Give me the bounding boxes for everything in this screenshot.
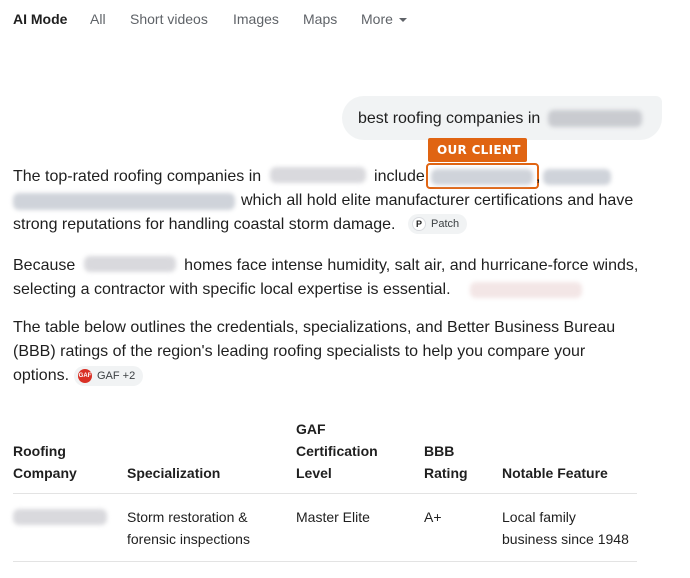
company-link-redacted[interactable] xyxy=(543,169,611,185)
column-header-company: Roofing Company xyxy=(13,440,77,484)
paragraph-text: include xyxy=(374,168,425,185)
header-line: Roofing xyxy=(13,443,66,459)
header-line: BBB xyxy=(424,443,455,459)
column-header-bbb-rating: BBB Rating xyxy=(424,440,468,484)
redacted-location xyxy=(83,256,176,272)
column-header-notable-feature: Notable Feature xyxy=(502,465,608,481)
answer-paragraph-1-line-2: which all hold elite manufacturer certif… xyxy=(241,192,634,209)
search-mode-nav: AI Mode All Short videos Images Maps Mor… xyxy=(0,0,690,40)
table-row-divider xyxy=(13,561,637,562)
cell-bbb-rating: A+ xyxy=(424,509,442,525)
header-line: Certification xyxy=(296,443,378,459)
user-query-bubble[interactable]: best roofing companies in xyxy=(342,96,662,140)
client-annotation-label: OUR CLIENT xyxy=(428,138,527,162)
paragraph-text: homes face intense humidity, salt air, a… xyxy=(184,257,639,274)
cell-line: business since 1948 xyxy=(502,531,629,547)
source-chip-patch[interactable]: P Patch xyxy=(408,214,468,234)
comma-text: , xyxy=(536,168,541,185)
header-line: Company xyxy=(13,465,77,481)
answer-paragraph-2-line-1: Because homes face intense humidity, sal… xyxy=(13,256,638,276)
cell-line: Local family xyxy=(502,509,576,525)
cell-gaf-level: Master Elite xyxy=(296,509,370,525)
header-line: Level xyxy=(296,465,332,481)
cell-notable-feature: Local family business since 1948 xyxy=(502,506,629,550)
tab-images[interactable]: Images xyxy=(233,11,279,27)
cell-line: Storm restoration & xyxy=(127,509,248,525)
tab-maps[interactable]: Maps xyxy=(303,11,337,27)
more-label: More xyxy=(361,11,393,27)
redacted-location xyxy=(269,167,366,183)
redacted-location xyxy=(548,110,642,127)
company-name-redacted[interactable] xyxy=(13,509,107,525)
tab-all[interactable]: All xyxy=(90,11,106,27)
paragraph-text: The top-rated roofing companies in xyxy=(13,168,262,185)
chevron-down-icon xyxy=(398,18,407,22)
tab-ai-mode[interactable]: AI Mode xyxy=(13,11,67,27)
source-chip-label: Patch xyxy=(431,218,460,230)
answer-paragraph-3-line-3: options. xyxy=(13,367,70,384)
table-header-divider xyxy=(13,493,637,494)
answer-paragraph-1-line-3: strong reputations for handling coastal … xyxy=(13,216,396,233)
cell-specialization: Storm restoration & forensic inspections xyxy=(127,506,250,550)
answer-paragraph-1-line-1: The top-rated roofing companies in inclu… xyxy=(13,167,425,187)
answer-paragraph-2-line-2: selecting a contractor with specific loc… xyxy=(13,281,451,298)
more-menu-button[interactable]: More xyxy=(361,11,407,27)
answer-paragraph-3-line-2: (BBB) ratings of the region's leading ro… xyxy=(13,343,586,360)
source-chip-gaf[interactable]: GAF GAF +2 xyxy=(74,366,144,386)
tab-short-videos[interactable]: Short videos xyxy=(130,11,208,27)
patch-logo-icon: P xyxy=(412,217,426,231)
paragraph-text: Because xyxy=(13,257,76,274)
query-text: best roofing companies in xyxy=(358,110,541,127)
source-chip-label: GAF +2 xyxy=(97,370,136,382)
answer-paragraph-3-line-1: The table below outlines the credentials… xyxy=(13,319,616,336)
header-line: GAF xyxy=(296,421,326,437)
column-header-gaf-level: GAF Certification Level xyxy=(296,418,378,484)
column-header-specialization: Specialization xyxy=(127,465,221,481)
company-link-redacted[interactable] xyxy=(13,193,235,210)
header-line: Rating xyxy=(424,465,468,481)
gaf-logo-icon: GAF xyxy=(78,369,92,383)
source-chip-redacted[interactable] xyxy=(470,282,582,298)
client-company-link[interactable] xyxy=(431,169,533,185)
cell-line: forensic inspections xyxy=(127,531,250,547)
